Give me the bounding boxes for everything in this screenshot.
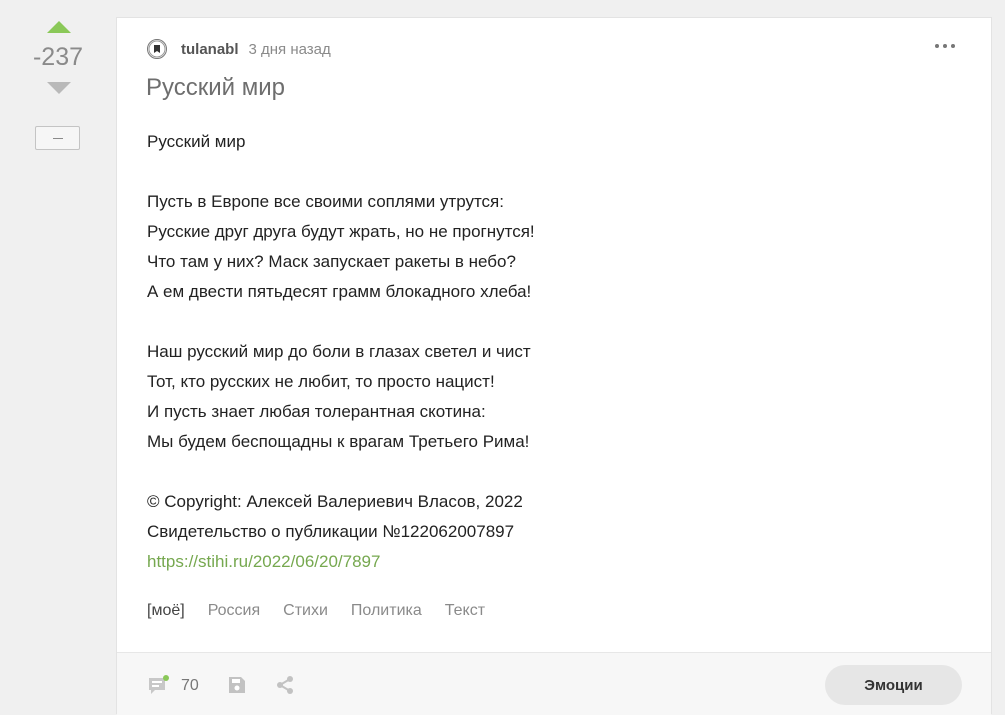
text-line: Наш русский мир до боли в глазах светел … <box>147 342 531 361</box>
minus-icon <box>52 137 63 139</box>
post-time[interactable]: 3 дня назад <box>249 41 331 58</box>
tag-item[interactable]: Политика <box>351 602 422 620</box>
text-line: © Copyright: Алексей Валериевич Власов, … <box>147 492 523 511</box>
save-icon <box>229 677 245 693</box>
rating-score: -237 <box>32 43 84 71</box>
source-link[interactable]: https://stihi.ru/2022/06/20/7897 <box>147 552 380 571</box>
post-footer: 70 Эмоции <box>117 652 991 715</box>
post-text: Русский мир Пусть в Европе все своими соп… <box>147 127 847 547</box>
emotions-button[interactable]: Эмоции <box>825 665 962 705</box>
text-line: Русский мир <box>147 132 246 151</box>
vote-up-icon[interactable] <box>47 21 71 33</box>
tag-item[interactable]: Текст <box>445 602 485 620</box>
text-line: Свидетельство о публикации №122062007897 <box>147 522 515 541</box>
comments-icon <box>149 675 169 694</box>
more-icon[interactable] <box>935 44 955 48</box>
tag-list: [моё] Россия Стихи Политика Текст <box>147 602 485 620</box>
share-icon <box>277 676 293 694</box>
post-header: tulanabl 3 дня назад <box>147 38 331 60</box>
tag-item[interactable]: [моё] <box>147 602 185 620</box>
collapse-button[interactable] <box>35 126 80 150</box>
text-line: Русские друг друга будут жрать, но не пр… <box>147 222 535 241</box>
online-dot <box>163 675 169 681</box>
vote-down-icon[interactable] <box>47 82 71 94</box>
comments-button[interactable]: 70 <box>147 675 199 697</box>
avatar-icon[interactable] <box>147 39 167 59</box>
text-line: Мы будем беспощадны к врагам Третьего Ри… <box>147 432 530 451</box>
text-line: И пусть знает любая толерантная скотина: <box>147 402 486 421</box>
author-name[interactable]: tulanabl <box>181 41 239 58</box>
post-title[interactable]: Русский мир <box>146 74 285 102</box>
text-line: Что там у них? Маск запускает ракеты в н… <box>147 252 516 271</box>
post-body: Русский мир Пусть в Европе все своими соп… <box>147 127 847 577</box>
comments-count: 70 <box>181 677 199 694</box>
post-card: tulanabl 3 дня назад Русский мир Русский… <box>116 17 992 715</box>
text-line: Пусть в Европе все своими соплями утрутс… <box>147 192 504 211</box>
rating-column: -237 <box>0 0 116 714</box>
tag-item[interactable]: Стихи <box>283 602 328 620</box>
tag-item[interactable]: Россия <box>208 602 260 620</box>
text-line: Тот, кто русских не любит, то просто нац… <box>147 372 495 391</box>
save-button[interactable] <box>227 675 247 700</box>
text-line: А ем двести пятьдесят грамм блокадного х… <box>147 282 532 301</box>
share-button[interactable] <box>275 675 295 700</box>
